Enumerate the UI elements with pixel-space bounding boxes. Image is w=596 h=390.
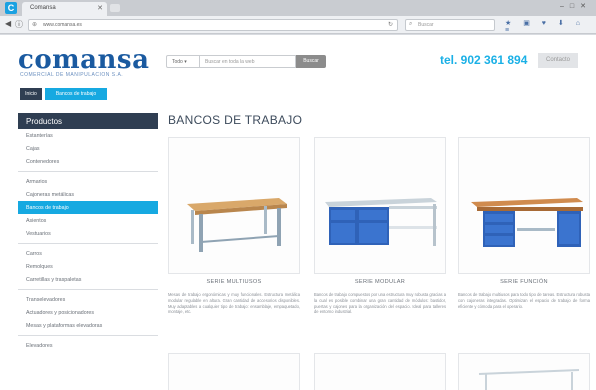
sidebar-title: Productos [18, 113, 158, 129]
sidebar-item[interactable]: Carretillas y traspaletas [18, 273, 158, 286]
browser-search-bar[interactable]: ⌕ Buscar [405, 19, 495, 31]
web-page: comansa COMERCIAL DE MANIPULACION S.A. T… [0, 35, 596, 390]
product-image-multiusos[interactable] [168, 137, 300, 274]
search-icon: ⌕ [409, 21, 413, 27]
product-title[interactable]: SERIE FUNCIÓN [458, 279, 590, 285]
contact-button[interactable]: Contacto [538, 53, 578, 68]
sidebar-item[interactable]: Contenedores [18, 155, 158, 168]
new-tab-button[interactable] [110, 4, 120, 12]
product-title[interactable]: SERIE MULTIUSOS [168, 279, 300, 285]
sidebar-item[interactable]: Estanterías [18, 129, 158, 142]
tab-title: Comansa [30, 5, 56, 11]
sidebar-divider [18, 289, 158, 290]
product-description: Mesas de trabajo ergonómicas y muy funci… [168, 292, 300, 315]
search-select-value: Todo [172, 59, 183, 65]
sidebar-item[interactable]: Bancos de trabajo [18, 201, 158, 214]
back-icon[interactable]: ◀ [5, 19, 11, 28]
sidebar-item[interactable]: Cajas [18, 142, 158, 155]
product-card-row2-1[interactable] [168, 353, 300, 390]
url-bar[interactable]: ⊕ www.comansa.es ↻ [28, 19, 398, 31]
close-icon[interactable]: ✕ [97, 4, 103, 12]
product-card-row2-2[interactable] [314, 353, 446, 390]
site-search-input[interactable]: Buscar en toda la web [200, 55, 296, 68]
search-category-select[interactable]: Todo ▾ [166, 55, 200, 68]
workbench-illustration [478, 369, 580, 390]
workbench-illustration [325, 198, 437, 246]
product-image-funcion[interactable] [458, 137, 590, 274]
product-description: Bancos de trabajo compuestos por una est… [314, 292, 446, 315]
breadcrumb-current[interactable]: Bancos de trabajo [45, 88, 107, 100]
sidebar-item[interactable]: Asientos [18, 214, 158, 227]
sidebar-item[interactable]: Actuadores y posicionadores [18, 306, 158, 319]
sidebar: Productos Estanterías Cajas Contenedores Ar… [18, 113, 158, 390]
browser-navbar: ◀ ⓘ ⊕ www.comansa.es ↻ ⌕ Buscar ★ ▣ ♥ ⬇ … [0, 16, 596, 34]
product-description: Bancos de trabajo multiusos para todo ti… [458, 292, 590, 309]
site-logo-subtitle: COMERCIAL DE MANIPULACION S.A. [20, 72, 124, 78]
product-card-row2-3[interactable] [458, 353, 590, 390]
site-logo[interactable]: comansa [18, 47, 149, 73]
url-text: www.comansa.es [43, 22, 82, 28]
sidebar-item[interactable]: Cajoneras metálicas [18, 188, 158, 201]
workbench-illustration [471, 198, 583, 247]
sidebar-divider [18, 243, 158, 244]
workbench-illustration [187, 198, 287, 252]
browser-search-placeholder: Buscar [418, 22, 434, 28]
sidebar-divider [18, 171, 158, 172]
reload-icon[interactable]: ↻ [388, 21, 393, 28]
breadcrumb-home[interactable]: Inicio [20, 88, 42, 100]
lock-icon: ⊕ [32, 22, 38, 28]
sidebar-item[interactable]: Elevadores [18, 339, 158, 352]
product-image-modular[interactable] [314, 137, 446, 274]
sidebar-item[interactable]: Armarios [18, 175, 158, 188]
sidebar-item[interactable]: Carros [18, 247, 158, 260]
sidebar-item[interactable]: Remolques [18, 260, 158, 273]
toolbar-icons[interactable]: ★ ▣ ♥ ⬇ ⌂ ≡ [505, 19, 596, 34]
page-title: BANCOS DE TRABAJO [168, 113, 303, 127]
window-controls[interactable]: –□✕ [560, 2, 592, 10]
info-icon[interactable]: ⓘ [15, 19, 23, 30]
sidebar-divider [18, 335, 158, 336]
search-button[interactable]: Buscar [296, 55, 326, 68]
browser-tab[interactable]: Comansa ✕ [22, 2, 107, 16]
product-title[interactable]: SERIE MODULAR [314, 279, 446, 285]
phone-number: tel. 902 361 894 [440, 53, 528, 67]
sidebar-item[interactable]: Vestuarios [18, 227, 158, 240]
sidebar-item[interactable]: Mesas y plataformas elevadoras [18, 319, 158, 332]
sidebar-items: Estanterías Cajas Contenedores Armarios Cajo… [18, 129, 158, 352]
browser-logo-icon: C [5, 2, 17, 14]
browser-tab-bar: C Comansa ✕ –□✕ [0, 0, 596, 16]
sidebar-item[interactable]: Transelevadores [18, 293, 158, 306]
